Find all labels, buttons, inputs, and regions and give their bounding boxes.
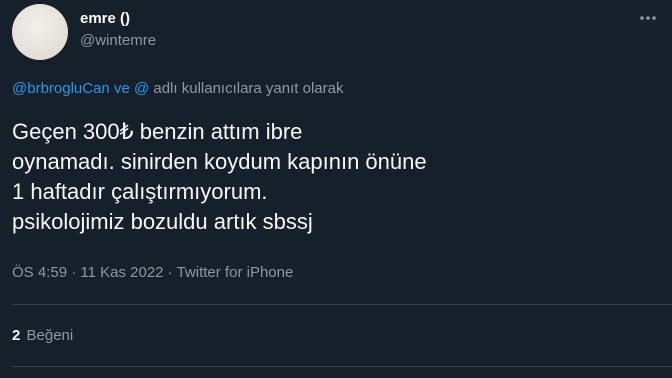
divider [12,366,672,367]
likes-stat[interactable]: 2 Beğeni [12,326,73,346]
likes-label: Beğeni [26,327,74,344]
tweet-text: Geçen 300₺ benzin attım ibre oynamadı. s… [12,117,632,237]
tweet-text-line: 1 haftadır çalıştırmıyorum. [12,179,268,204]
reply-mention-link-2[interactable]: @ [134,80,149,97]
tweet-date[interactable]: 11 Kas 2022 [80,264,163,281]
meta-separator: · [71,264,77,281]
reply-context: @brbrogluCan ve @ adlı kullanıcılara yan… [12,79,343,99]
tweet-card: emre () @wintemre @brbrogluCan ve @ adlı… [0,0,672,378]
display-name[interactable]: emre () [80,9,156,29]
likes-count: 2 [12,327,21,344]
meta-separator: · [167,264,173,281]
more-horizontal-icon [639,15,657,21]
tweet-source[interactable]: Twitter for iPhone [177,264,294,281]
tweet-time[interactable]: ÖS 4:59 [12,264,67,281]
tweet-header: emre () @wintemre [12,4,156,64]
tweet-text-line: psikolojimiz bozuldu artık sbssj [12,209,313,234]
user-handle[interactable]: @wintemre [80,31,156,51]
tweet-meta: ÖS 4:59 · 11 Kas 2022 · Twitter for iPho… [12,263,293,283]
avatar[interactable] [12,4,68,60]
tweet-text-line: Geçen 300₺ benzin attım ibre [12,119,303,144]
more-options-button[interactable] [638,8,658,28]
user-info[interactable]: emre () @wintemre [80,4,156,51]
divider [12,304,672,305]
reply-suffix: adlı kullanıcılara yanıt olarak [153,80,344,97]
tweet-text-line: oynamadı. sinirden koydum kapının önüne [12,149,427,174]
reply-mention-link[interactable]: @brbrogluCan [12,80,110,97]
reply-joiner[interactable]: ve [114,80,130,97]
